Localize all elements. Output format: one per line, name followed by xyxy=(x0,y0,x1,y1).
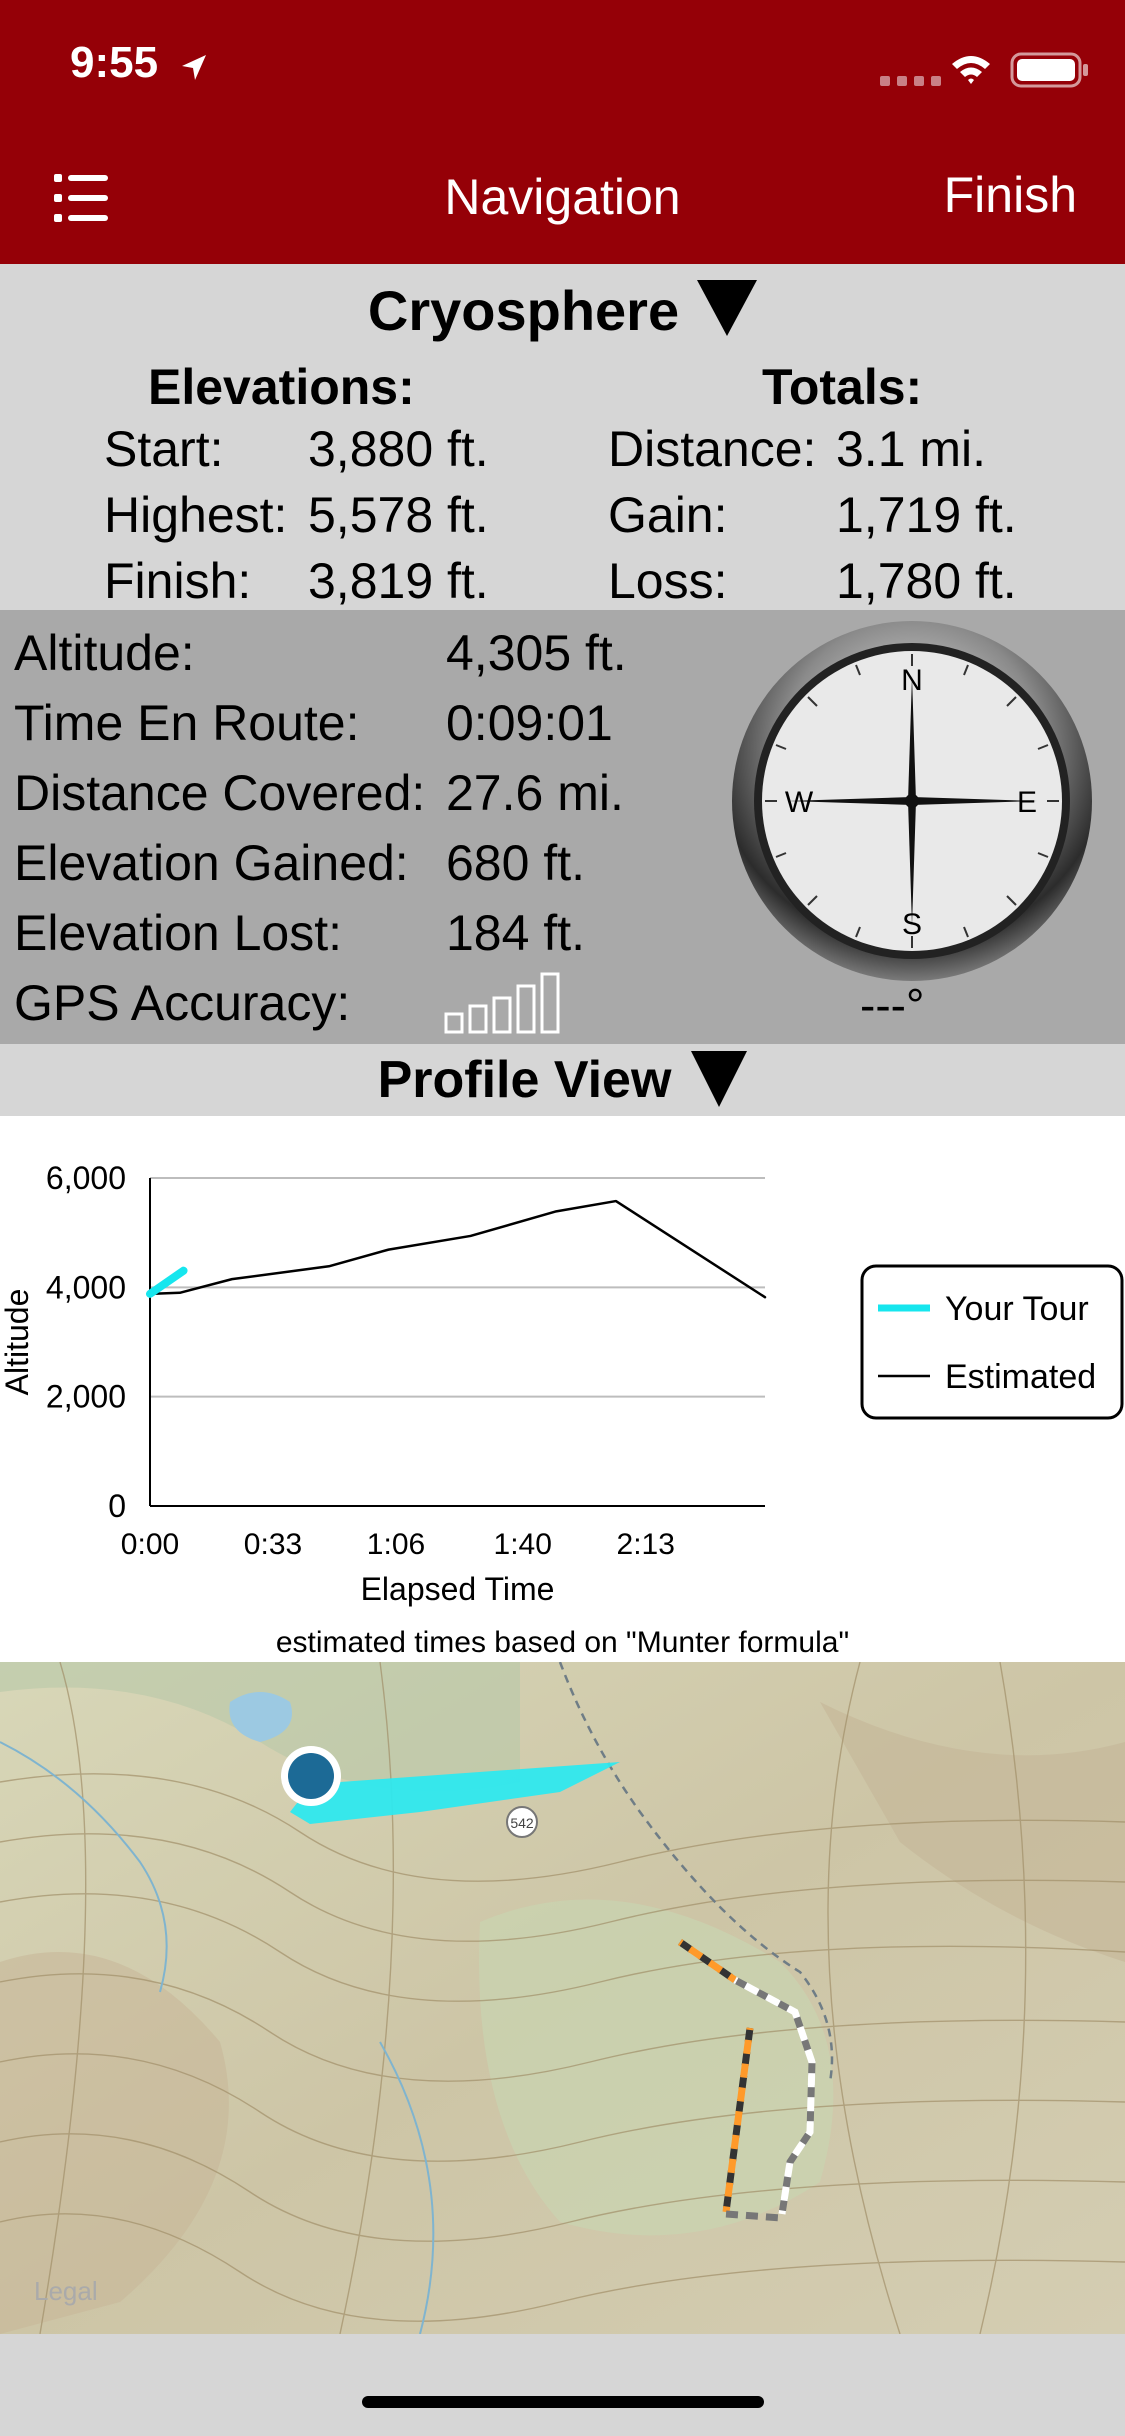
profile-view-toggle[interactable]: Profile View xyxy=(0,1044,1125,1116)
total-label: Distance: xyxy=(608,421,817,477)
x-tick-label: 0:00 xyxy=(121,1528,179,1561)
stat-value: 680 ft. xyxy=(446,835,585,891)
compass-south-label: S xyxy=(902,908,922,941)
elevation-label: Finish: xyxy=(104,553,252,609)
compass-icon: N S W E xyxy=(732,621,1092,981)
stat-label: Elevation Gained: xyxy=(14,835,409,891)
home-indicator[interactable] xyxy=(362,2396,764,2408)
total-value: 1,780 ft. xyxy=(836,553,1017,609)
y-tick-label: 2,000 xyxy=(46,1379,126,1415)
stat-value: 184 ft. xyxy=(446,905,585,961)
totals-header: Totals: xyxy=(762,359,923,415)
route-selector[interactable]: Cryosphere xyxy=(0,278,1125,343)
stat-label: Time En Route: xyxy=(14,695,360,751)
topographic-map[interactable]: 542 xyxy=(0,1662,1125,2334)
location-arrow-icon xyxy=(182,55,206,80)
y-tick-label: 4,000 xyxy=(46,1269,126,1305)
compass-west-label: W xyxy=(785,786,814,819)
elevation-label: Highest: xyxy=(104,487,288,543)
total-value: 1,719 ft. xyxy=(836,487,1017,543)
total-label: Gain: xyxy=(608,487,728,543)
road-shield-label: 542 xyxy=(510,1815,534,1831)
wifi-icon xyxy=(952,56,990,84)
heading-readout: ---° xyxy=(860,979,925,1031)
elevation-value: 3,819 ft. xyxy=(308,553,489,609)
total-value: 3.1 mi. xyxy=(836,421,987,477)
battery-icon xyxy=(1010,52,1088,88)
x-axis-title: Elapsed Time xyxy=(361,1571,555,1607)
legend-label: Estimated xyxy=(945,1358,1096,1396)
elevations-header: Elevations: xyxy=(148,359,415,415)
legend-label: Your Tour xyxy=(945,1290,1089,1328)
cellular-signal-icon xyxy=(880,76,941,86)
total-label: Loss: xyxy=(608,553,728,609)
stat-label: Altitude: xyxy=(14,625,195,681)
y-axis-title: Altitude xyxy=(0,1289,35,1396)
stat-value: 4,305 ft. xyxy=(446,625,627,681)
y-tick-label: 6,000 xyxy=(46,1160,126,1196)
gps-accuracy-label: GPS Accuracy: xyxy=(14,975,351,1031)
x-tick-label: 0:33 xyxy=(244,1528,302,1561)
x-tick-label: 2:13 xyxy=(617,1528,675,1561)
compass-north-label: N xyxy=(901,664,923,697)
stat-label: Distance Covered: xyxy=(14,765,426,821)
stat-value: 0:09:01 xyxy=(446,695,613,751)
finish-button[interactable]: Finish xyxy=(944,166,1077,224)
bottom-safe-area xyxy=(0,2334,1125,2436)
gps-signal-bars-icon xyxy=(444,972,560,1034)
route-name[interactable]: Cryosphere xyxy=(368,279,679,342)
y-tick-label: 0 xyxy=(108,1488,126,1524)
series-line-your-tour xyxy=(146,1266,188,1298)
x-tick-label: 1:40 xyxy=(494,1528,552,1561)
elevation-value: 5,578 ft. xyxy=(308,487,489,543)
map-legal-link[interactable]: Legal xyxy=(34,2276,98,2307)
munter-formula-note: estimated times based on "Munter formula… xyxy=(275,1626,850,1659)
status-time: 9:55 xyxy=(70,38,159,87)
profile-dropdown-icon[interactable] xyxy=(691,1051,748,1107)
elevation-value: 3,880 ft. xyxy=(308,421,489,477)
stat-label: Elevation Lost: xyxy=(14,905,342,961)
profile-view-title[interactable]: Profile View xyxy=(378,1051,672,1109)
series-line-estimated xyxy=(148,1199,767,1299)
compass-east-label: E xyxy=(1017,786,1037,819)
route-dropdown-icon[interactable] xyxy=(697,280,758,336)
x-tick-label: 1:06 xyxy=(367,1528,425,1561)
stat-value: 27.6 mi. xyxy=(446,765,624,821)
elevation-profile-chart: 0 2,000 4,000 6,000 0:00 0:33 1:06 1:40 2:13 Elap… xyxy=(0,1160,1124,1607)
elevation-label: Start: xyxy=(104,421,224,477)
